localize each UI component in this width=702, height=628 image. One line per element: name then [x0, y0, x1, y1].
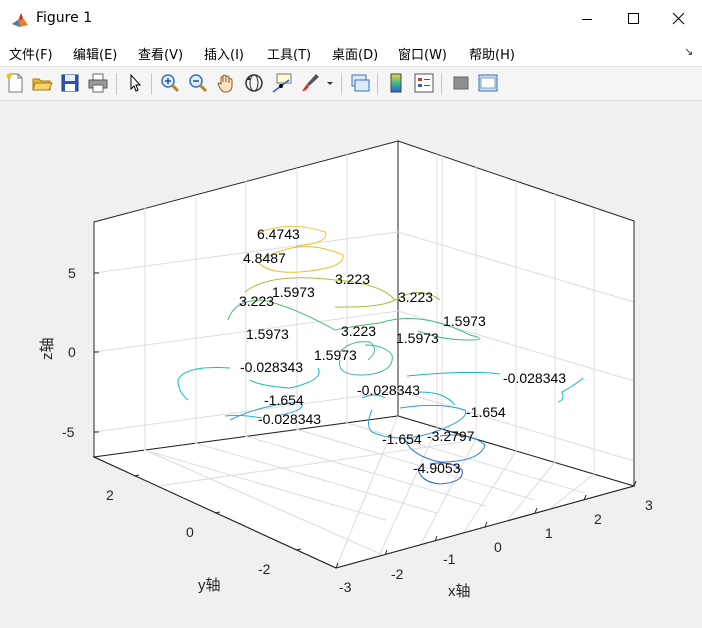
contour-label: 3.223 [239, 293, 274, 309]
contour-label: -1.654 [382, 431, 422, 447]
menu-file[interactable]: 文件(F) [9, 44, 53, 63]
axes-box [92, 140, 636, 569]
z-tick-label: 5 [68, 265, 76, 281]
maximize-icon [628, 13, 639, 24]
open-file-icon[interactable] [31, 72, 53, 94]
matlab-logo-icon [10, 10, 30, 30]
link-plot-icon[interactable] [349, 72, 371, 94]
contour-label: -0.028343 [357, 382, 420, 398]
x-tick-label: 1 [545, 525, 553, 541]
minimize-button[interactable] [564, 0, 610, 39]
menu-window[interactable]: 窗口(W) [398, 44, 447, 63]
colorbar-icon[interactable] [385, 72, 407, 94]
save-icon[interactable] [59, 72, 81, 94]
zoom-out-icon[interactable] [187, 72, 209, 94]
close-icon [672, 12, 685, 25]
contour-label: 1.5973 [396, 330, 439, 346]
contour-label: 3.223 [398, 289, 433, 305]
hide-plot-tools-icon[interactable] [450, 72, 472, 94]
menu-desktop[interactable]: 桌面(D) [332, 44, 378, 63]
contour-label: -1.654 [264, 392, 304, 408]
contour-label: -0.028343 [503, 370, 566, 386]
x-tick-label: 2 [594, 511, 602, 527]
z-axis-label: z轴 [39, 337, 56, 360]
print-icon[interactable] [87, 72, 109, 94]
y-axis-label: y轴 [198, 577, 221, 594]
contour-label: 1.5973 [272, 284, 315, 300]
contour-label: 3.223 [341, 323, 376, 339]
toolbar-separator [151, 73, 152, 95]
brush-icon[interactable] [299, 72, 321, 94]
contour-label: 4.8487 [243, 250, 286, 266]
toolbar-separator [341, 73, 342, 95]
axes-3d[interactable]: 6.4743 4.8487 3.223 1.5973 3.223 3.223 1… [0, 101, 702, 628]
contour-label: -4.9053 [413, 460, 461, 476]
z-tick-label: 0 [68, 344, 76, 360]
figure-canvas[interactable]: 6.4743 4.8487 3.223 1.5973 3.223 3.223 1… [0, 101, 702, 628]
new-figure-icon[interactable] [4, 72, 26, 94]
data-cursor-icon[interactable] [271, 72, 293, 94]
menu-overflow-icon[interactable]: ↘ [684, 45, 693, 58]
toolbar-separator [377, 73, 378, 95]
y-tick-label: 2 [106, 487, 114, 503]
figure-toolbar [0, 67, 702, 101]
contour-label: -0.028343 [240, 359, 303, 375]
x-tick-label: 3 [645, 497, 653, 513]
contour-label: 6.4743 [257, 226, 300, 242]
contour-label: -1.654 [466, 404, 506, 420]
minimize-icon [582, 19, 592, 20]
legend-icon[interactable] [413, 72, 435, 94]
z-tick-label: -5 [62, 424, 75, 440]
toolbar-separator [116, 73, 117, 95]
menu-bar: 文件(F) 编辑(E) 查看(V) 插入(I) 工具(T) 桌面(D) 窗口(W… [0, 39, 702, 67]
menu-tools[interactable]: 工具(T) [267, 44, 311, 63]
contour-label: -0.028343 [258, 411, 321, 427]
toolbar-separator [441, 73, 442, 95]
x-tick-label: -1 [443, 551, 456, 567]
rotate-3d-icon[interactable] [243, 72, 265, 94]
title-bar: Figure 1 [0, 0, 702, 39]
contour-label: 3.223 [335, 271, 370, 287]
menu-insert[interactable]: 插入(I) [204, 44, 244, 63]
close-button[interactable] [656, 0, 702, 39]
x-tick-label: -3 [339, 579, 352, 595]
contour-label: 1.5973 [443, 313, 486, 329]
pointer-icon[interactable] [124, 72, 146, 94]
menu-view[interactable]: 查看(V) [138, 44, 183, 63]
y-tick-label: 0 [186, 524, 194, 540]
contour-label: 1.5973 [314, 347, 357, 363]
maximize-button[interactable] [610, 0, 656, 39]
x-axis-label: x轴 [448, 583, 471, 600]
menu-help[interactable]: 帮助(H) [469, 44, 515, 63]
pan-icon[interactable] [215, 72, 237, 94]
brush-dropdown-icon[interactable] [323, 72, 337, 94]
x-tick-label: 0 [494, 539, 502, 555]
y-tick-label: -2 [258, 561, 271, 577]
contour-label: 1.5973 [246, 326, 289, 342]
window-title: Figure 1 [36, 10, 93, 26]
menu-edit[interactable]: 编辑(E) [73, 44, 117, 63]
zoom-in-icon[interactable] [159, 72, 181, 94]
show-plot-tools-icon[interactable] [477, 72, 499, 94]
contour-label: -3.2797 [427, 428, 475, 444]
x-tick-label: -2 [391, 566, 404, 582]
